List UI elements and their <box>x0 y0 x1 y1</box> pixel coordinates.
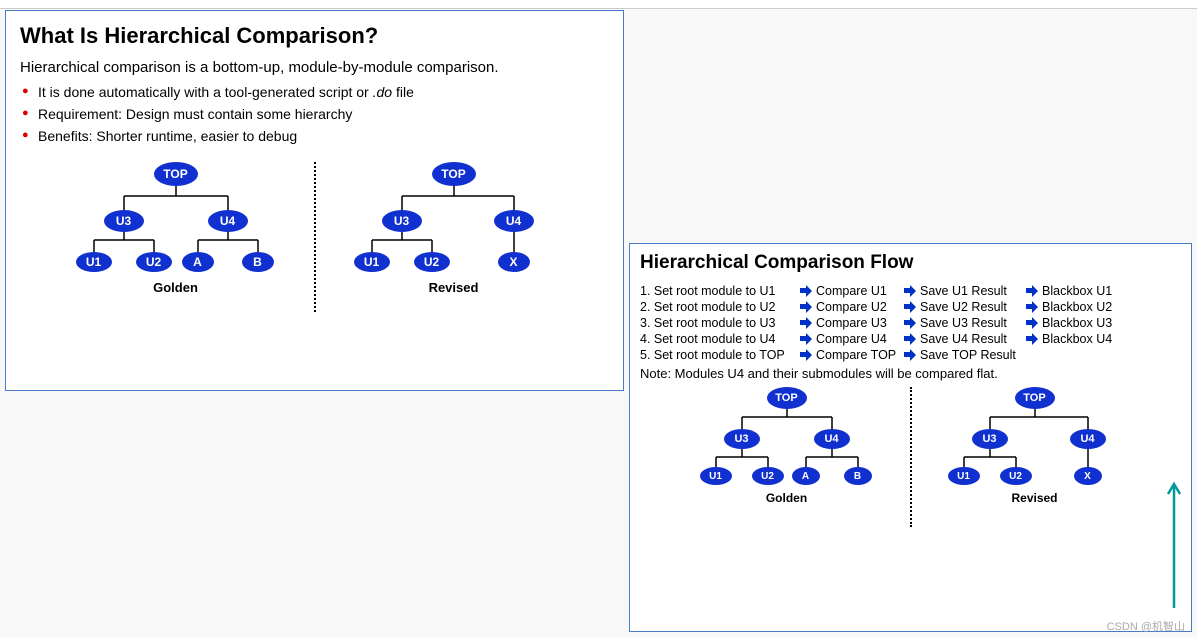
arrow-icon <box>799 332 813 346</box>
tree-node: U2 <box>1000 467 1032 485</box>
flow-note: Note: Modules U4 and their submodules wi… <box>640 366 1181 381</box>
watermark: CSDN @机智山 <box>1107 618 1185 634</box>
golden-label: Golden <box>672 491 902 505</box>
tree-node: U4 <box>814 429 850 449</box>
tree-node: X <box>498 252 530 272</box>
slide1-title: What Is Hierarchical Comparison? <box>20 23 609 49</box>
golden-tree: TOP U3 U4 U1 U2 A B Golden <box>46 162 306 302</box>
tree-node: U4 <box>494 210 534 232</box>
tree-node: TOP <box>1015 387 1055 409</box>
arrow-icon <box>1025 300 1039 314</box>
slide1-description: Hierarchical comparison is a bottom-up, … <box>20 59 609 76</box>
slide1-trees: TOP U3 U4 U1 U2 A B Golden TOP U3 U4 U1 … <box>20 162 609 312</box>
tree-node: U2 <box>136 252 172 272</box>
flow-step: 2. Set root module to U2Compare U2Save U… <box>640 300 1181 314</box>
tree-node: A <box>182 252 214 272</box>
tree-separator <box>314 162 316 312</box>
slide2-trees: TOP U3 U4 U1 U2 A B Golden TOP U3 U4 U1 … <box>640 387 1181 527</box>
arrow-icon <box>903 316 917 330</box>
tree-node: U4 <box>208 210 248 232</box>
tree-node: U1 <box>948 467 980 485</box>
revised-label: Revised <box>920 491 1150 505</box>
arrow-icon <box>799 316 813 330</box>
tree-node: U1 <box>700 467 732 485</box>
arrow-icon <box>903 332 917 346</box>
bullet-item: Requirement: Design must contain some hi… <box>20 106 609 122</box>
tree-node: TOP <box>767 387 807 409</box>
bullet-item: It is done automatically with a tool-gen… <box>20 84 609 100</box>
flow-step: 4. Set root module to U4Compare U4Save U… <box>640 332 1181 346</box>
tree-node: U3 <box>724 429 760 449</box>
tree-node: U1 <box>354 252 390 272</box>
tree-node: U1 <box>76 252 112 272</box>
revised-label: Revised <box>324 280 584 295</box>
revised-tree: TOP U3 U4 U1 U2 X Revised <box>324 162 584 302</box>
golden-tree-small: TOP U3 U4 U1 U2 A B Golden <box>672 387 902 517</box>
tree-node: B <box>242 252 274 272</box>
tree-node: A <box>792 467 820 485</box>
arrow-icon <box>1025 332 1039 346</box>
arrow-icon <box>799 300 813 314</box>
arrow-icon <box>799 348 813 362</box>
arrow-icon <box>903 348 917 362</box>
tree-node: B <box>844 467 872 485</box>
tree-node: TOP <box>432 162 476 186</box>
arrow-icon <box>1025 284 1039 298</box>
arrow-icon <box>903 284 917 298</box>
up-arrow-icon <box>1165 480 1183 613</box>
slide1-bullet-list: It is done automatically with a tool-gen… <box>20 84 609 144</box>
slide-what-is: What Is Hierarchical Comparison? Hierarc… <box>5 10 624 391</box>
tree-node: X <box>1074 467 1102 485</box>
bullet-item: Benefits: Shorter runtime, easier to deb… <box>20 128 609 144</box>
slide-flow: Hierarchical Comparison Flow 1. Set root… <box>629 243 1192 632</box>
tree-node: TOP <box>154 162 198 186</box>
tree-separator <box>910 387 912 527</box>
slide2-title: Hierarchical Comparison Flow <box>640 252 1181 274</box>
tree-node: U3 <box>104 210 144 232</box>
flow-steps: 1. Set root module to U1Compare U1Save U… <box>640 284 1181 362</box>
flow-step: 1. Set root module to U1Compare U1Save U… <box>640 284 1181 298</box>
tree-node: U2 <box>414 252 450 272</box>
tree-node: U2 <box>752 467 784 485</box>
tree-node: U3 <box>972 429 1008 449</box>
flow-step: 5. Set root module to TOPCompare TOPSave… <box>640 348 1181 362</box>
arrow-icon <box>903 300 917 314</box>
tree-node: U3 <box>382 210 422 232</box>
golden-label: Golden <box>46 280 306 295</box>
flow-step: 3. Set root module to U3Compare U3Save U… <box>640 316 1181 330</box>
arrow-icon <box>1025 316 1039 330</box>
arrow-icon <box>799 284 813 298</box>
tree-node: U4 <box>1070 429 1106 449</box>
revised-tree-small: TOP U3 U4 U1 U2 X Revised <box>920 387 1150 517</box>
